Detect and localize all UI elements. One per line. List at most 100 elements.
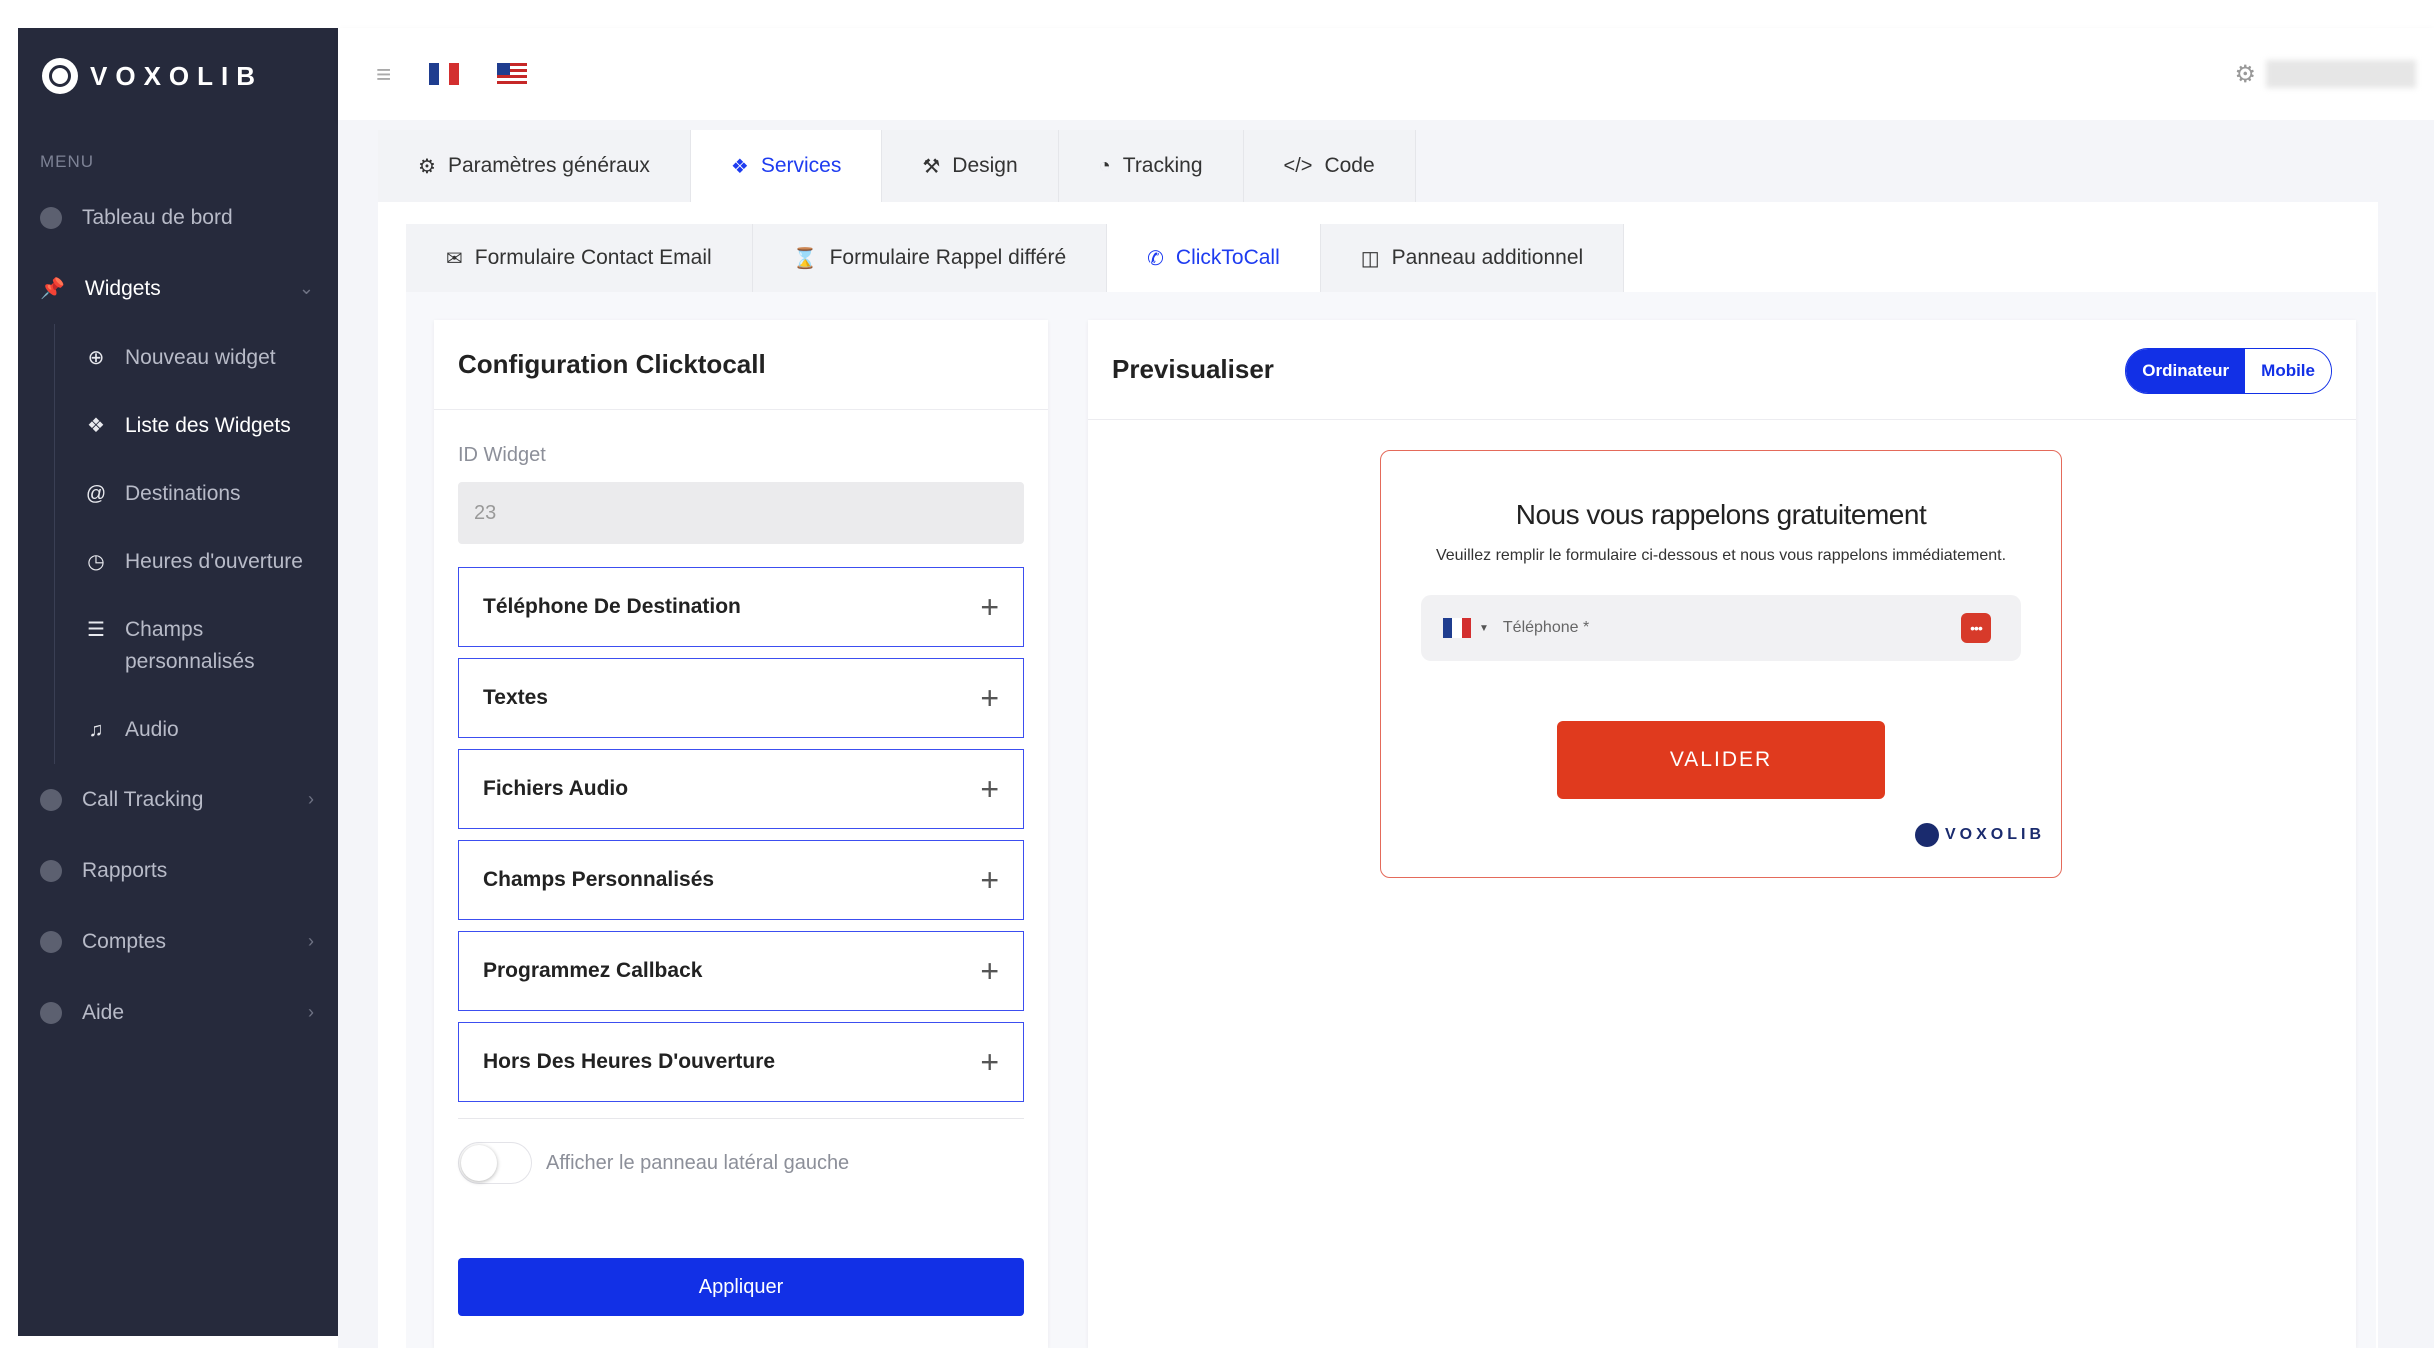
- main-tabs: ⚙ Paramètres généraux ❖ Services ⚒ Design ◔…: [378, 130, 1416, 202]
- main-content: ⚙ Paramètres généraux ❖ Services ⚒ Design ◔…: [338, 120, 2434, 1348]
- accordion-label: Téléphone De Destination: [483, 595, 741, 618]
- chevron-right-icon: ›: [308, 789, 314, 809]
- validate-button[interactable]: VALIDER: [1557, 721, 1885, 799]
- chevron-right-icon: ›: [308, 931, 314, 951]
- sidebar-subitem-label: Destinations: [125, 482, 241, 505]
- tab-label: Formulaire Rappel différé: [829, 246, 1067, 269]
- sidebar-item-reports[interactable]: Rapports: [18, 835, 338, 906]
- sidebar-item-accounts[interactable]: Comptes ›: [18, 906, 338, 977]
- hourglass-icon: ⌛: [792, 247, 818, 270]
- tab-additional-panel[interactable]: ◫ Panneau additionnel: [1320, 224, 1625, 292]
- more-dots-icon[interactable]: •••: [1961, 613, 1991, 643]
- envelope-icon: ✉: [446, 247, 463, 270]
- widget-subtext: Veuillez remplir le formulaire ci-dessou…: [1435, 547, 2007, 564]
- music-icon: ♫: [88, 719, 104, 741]
- config-card: Configuration Clicktocall ID Widget 23 T…: [434, 320, 1048, 1348]
- tab-code[interactable]: </> Code: [1243, 130, 1416, 202]
- sidebar-subitem-destinations[interactable]: @ Destinations: [55, 460, 338, 528]
- flag-fr-icon[interactable]: [1443, 618, 1471, 638]
- voxolib-logo-icon: [1914, 823, 1939, 847]
- sidebar-subitem-opening-hours[interactable]: ◷ Heures d'ouverture: [55, 528, 338, 596]
- user-menu[interactable]: ⚙: [2234, 60, 2416, 89]
- left-panel-toggle[interactable]: [458, 1142, 532, 1184]
- widget-brand: VOXOLIB: [1914, 823, 2045, 847]
- accordion-label: Champs Personnalisés: [483, 868, 715, 891]
- sidebar-subitem-audio[interactable]: ♫ Audio: [55, 696, 338, 764]
- tab-label: Tracking: [1122, 154, 1203, 177]
- brand-name: VOXOLIB: [90, 60, 264, 91]
- tab-contact-email-form[interactable]: ✉ Formulaire Contact Email: [406, 224, 753, 292]
- menu-toggle-icon[interactable]: ≡: [376, 59, 391, 90]
- user-circle-icon: [40, 930, 62, 953]
- phone-volume-icon: ✆: [1147, 247, 1164, 270]
- accordion-destination-phone[interactable]: Téléphone De Destination +: [458, 567, 1024, 647]
- gear-icon[interactable]: ⚙: [2234, 60, 2256, 89]
- tab-label: Panneau additionnel: [1391, 246, 1584, 269]
- accordion-label: Hors Des Heures D'ouverture: [483, 1050, 776, 1073]
- device-mode-switch: Ordinateur Mobile: [2125, 348, 2332, 394]
- plus-icon: +: [980, 770, 999, 807]
- left-panel-toggle-label: Afficher le panneau latéral gauche: [546, 1151, 850, 1174]
- sidebar-item-label: Call Tracking: [82, 787, 204, 811]
- tab-design[interactable]: ⚒ Design: [882, 130, 1059, 202]
- accordion-audio-files[interactable]: Fichiers Audio +: [458, 749, 1024, 829]
- plus-icon: +: [980, 679, 999, 716]
- sidebar-item-widgets[interactable]: 📌 Widgets ⌄: [18, 253, 338, 324]
- tab-label: ClickToCall: [1175, 246, 1280, 269]
- sidebar-subitem-label: Audio: [125, 718, 179, 741]
- accordion-label: Programmez Callback: [483, 959, 703, 982]
- help-icon: [40, 1001, 62, 1024]
- sidebar-subitem-new-widget[interactable]: ⊕ Nouveau widget: [55, 324, 338, 392]
- apply-button[interactable]: Appliquer: [458, 1258, 1024, 1316]
- topbar: ≡ ⚙: [338, 28, 2434, 120]
- code-icon: </>: [1283, 154, 1313, 177]
- sidebar-subitem-custom-fields[interactable]: ☰ Champs personnalisés: [55, 596, 338, 696]
- brand-logo[interactable]: VOXOLIB: [18, 28, 338, 124]
- cubes-icon: ❖: [730, 155, 749, 178]
- sidebar-subitem-label: Heures d'ouverture: [125, 550, 303, 573]
- phone-icon: [40, 788, 62, 811]
- accordion-schedule-callback[interactable]: Programmez Callback +: [458, 931, 1024, 1011]
- accordion-texts[interactable]: Textes +: [458, 658, 1024, 738]
- voxolib-logo-icon: [42, 58, 78, 94]
- sidebar-item-call-tracking[interactable]: Call Tracking ›: [18, 764, 338, 835]
- widget-heading: Nous vous rappelons gratuitement: [1515, 499, 1927, 530]
- config-title: Configuration Clicktocall: [434, 320, 1048, 410]
- mode-mobile-button[interactable]: Mobile: [2245, 349, 2331, 393]
- sidebar-item-help[interactable]: Aide ›: [18, 977, 338, 1048]
- paint-roller-icon: ⚒: [922, 155, 941, 178]
- widget-phone-field[interactable]: ▼ Téléphone * •••: [1421, 595, 2021, 661]
- tab-clicktocall[interactable]: ✆ ClickToCall: [1107, 224, 1321, 292]
- sidebar-subitem-widget-list[interactable]: ❖ Liste des Widgets: [55, 392, 338, 460]
- tab-label: Services: [760, 154, 842, 177]
- tab-tracking[interactable]: ◔ Tracking: [1058, 130, 1244, 202]
- caret-down-icon[interactable]: ▼: [1479, 623, 1489, 634]
- user-name-blurred: [2266, 60, 2416, 88]
- plus-icon: +: [980, 1043, 999, 1080]
- mode-desktop-button[interactable]: Ordinateur: [2126, 349, 2246, 393]
- pie-chart-icon: ◔: [1098, 154, 1111, 177]
- tab-label: Code: [1324, 154, 1375, 177]
- flag-us-icon[interactable]: [497, 63, 528, 85]
- dashboard-icon: [40, 206, 62, 229]
- widget-id-input: 23: [458, 482, 1024, 544]
- accordion-custom-fields[interactable]: Champs Personnalisés +: [458, 840, 1024, 920]
- flag-fr-icon[interactable]: [429, 63, 460, 85]
- tab-label: Design: [952, 154, 1018, 177]
- sidebar-item-label: Aide: [82, 1000, 125, 1024]
- pie-chart-icon: [40, 859, 62, 882]
- sidebar-subitem-label: Champs personnalisés: [125, 618, 255, 673]
- plus-icon: +: [980, 952, 999, 989]
- tab-general-settings[interactable]: ⚙ Paramètres généraux: [378, 130, 691, 202]
- sidebar-item-label: Rapports: [82, 858, 168, 882]
- callback-widget-preview: Nous vous rappelons gratuitement Veuille…: [1380, 450, 2062, 878]
- widgets-submenu: ⊕ Nouveau widget ❖ Liste des Widgets @ D…: [54, 324, 338, 764]
- pin-icon: 📌: [40, 278, 65, 300]
- tab-deferred-callback-form[interactable]: ⌛ Formulaire Rappel différé: [752, 224, 1108, 292]
- clock-icon: ◷: [87, 551, 105, 573]
- accordion-label: Fichiers Audio: [483, 777, 629, 800]
- sidebar-item-dashboard[interactable]: Tableau de bord: [18, 182, 338, 253]
- chevron-right-icon: ›: [308, 1002, 314, 1022]
- accordion-out-of-hours[interactable]: Hors Des Heures D'ouverture +: [458, 1022, 1024, 1102]
- tab-services[interactable]: ❖ Services: [690, 130, 883, 202]
